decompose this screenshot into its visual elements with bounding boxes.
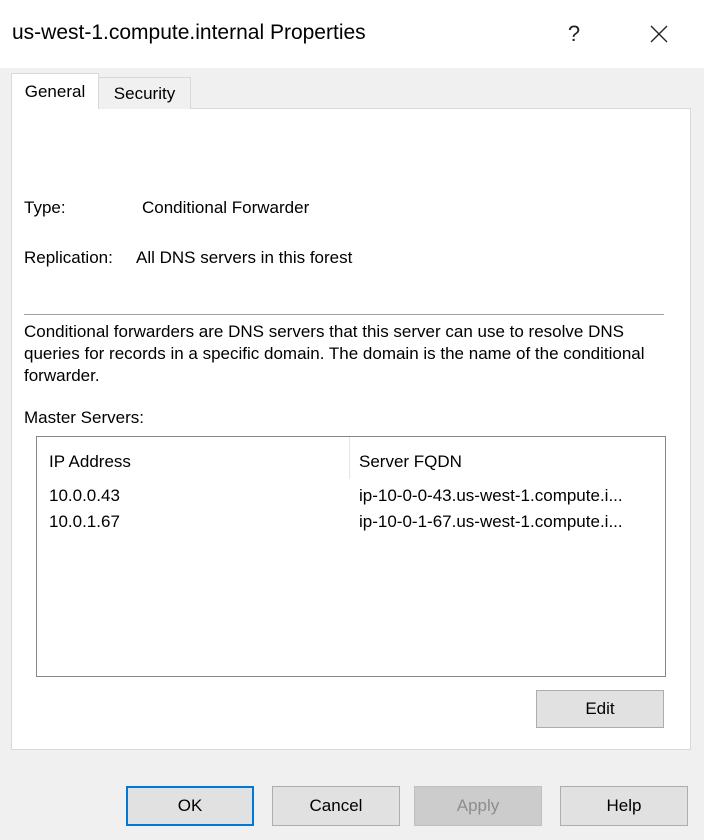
ok-button[interactable]: OK xyxy=(126,786,254,826)
general-tab-panel: Type: Conditional Forwarder Replication:… xyxy=(11,108,691,750)
server-fqdn-cell: ip-10-0-1-67.us-west-1.compute.i... xyxy=(359,512,623,531)
close-icon-glyph xyxy=(650,25,668,43)
column-divider[interactable] xyxy=(349,437,350,479)
edit-button[interactable]: Edit xyxy=(536,690,664,728)
title-bar: us-west-1.compute.internal Properties ? xyxy=(0,0,704,68)
table-row[interactable]: 10.0.0.43 ip-10-0-0-43.us-west-1.compute… xyxy=(37,483,665,509)
list-header: IP Address Server FQDN xyxy=(37,437,665,479)
description-text: Conditional forwarders are DNS servers t… xyxy=(24,322,645,385)
column-header-server-fqdn[interactable]: Server FQDN xyxy=(359,452,462,472)
help-button[interactable]: Help xyxy=(560,786,688,826)
separator xyxy=(24,314,664,315)
column-header-ip-address[interactable]: IP Address xyxy=(49,452,131,472)
tab-general[interactable]: General xyxy=(11,73,99,109)
tab-security[interactable]: Security xyxy=(99,77,191,109)
type-label: Type: xyxy=(24,198,66,217)
table-row[interactable]: 10.0.1.67 ip-10-0-1-67.us-west-1.compute… xyxy=(37,509,665,535)
close-icon[interactable] xyxy=(636,14,682,54)
master-servers-label: Master Servers: xyxy=(24,408,144,427)
apply-button: Apply xyxy=(414,786,542,826)
replication-value: All DNS servers in this forest xyxy=(136,248,353,267)
type-value: Conditional Forwarder xyxy=(142,198,310,217)
replication-label: Replication: xyxy=(24,248,113,267)
server-fqdn-cell: ip-10-0-0-43.us-west-1.compute.i... xyxy=(359,486,623,505)
cancel-button[interactable]: Cancel xyxy=(272,786,400,826)
window-title: us-west-1.compute.internal Properties xyxy=(12,21,366,44)
help-icon[interactable]: ? xyxy=(551,14,597,54)
master-servers-list[interactable]: IP Address Server FQDN 10.0.0.43 ip-10-0… xyxy=(36,436,666,677)
ip-address-cell: 10.0.0.43 xyxy=(49,486,120,505)
ip-address-cell: 10.0.1.67 xyxy=(49,512,120,531)
